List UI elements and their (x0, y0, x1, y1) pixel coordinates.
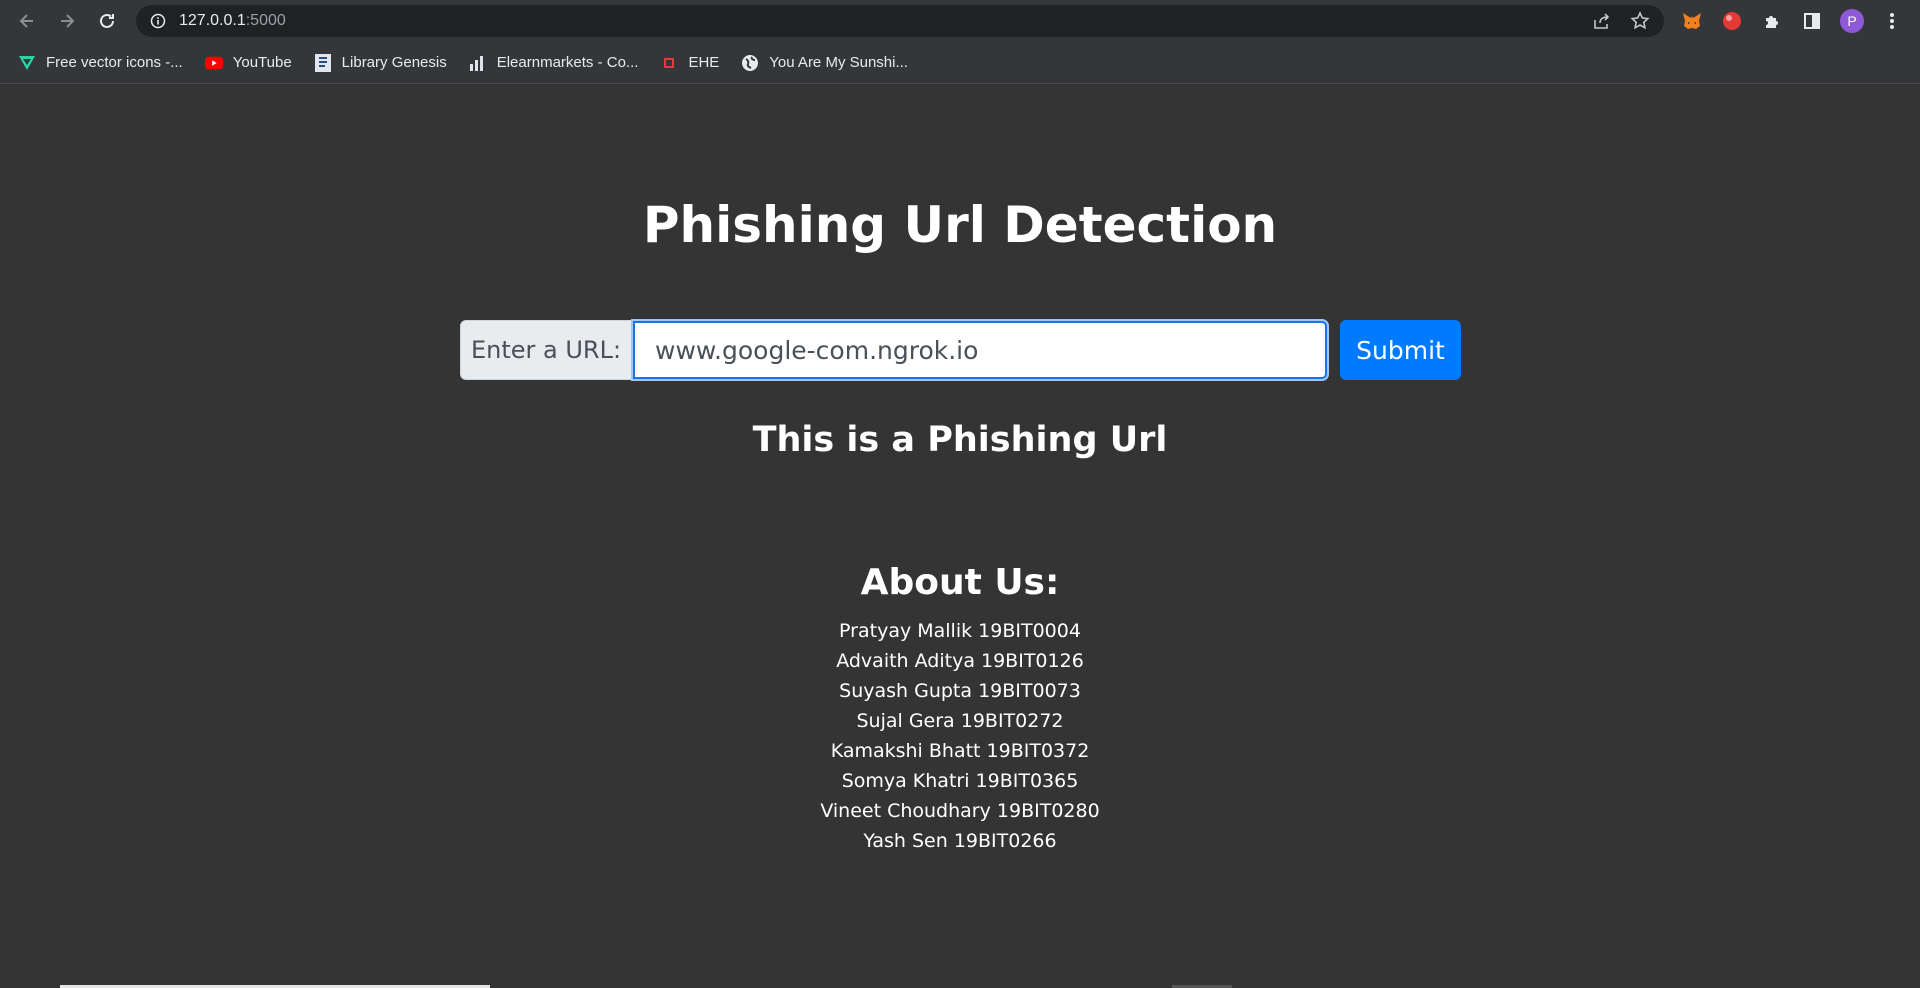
bookmark-label: Library Genesis (341, 54, 447, 71)
bookmark-elearnmarkets[interactable]: Elearnmarkets - Co... (469, 54, 639, 72)
bookmark-sunshine[interactable]: You Are My Sunshi... (741, 54, 908, 72)
team-member: Advaith Aditya 19BIT0126 (836, 650, 1084, 672)
forward-button[interactable] (54, 8, 80, 34)
back-button[interactable] (14, 8, 40, 34)
bookmarks-bar: Free vector icons -... YouTube Library G… (0, 42, 1920, 84)
site-info-icon[interactable] (149, 12, 167, 30)
team-member: Sujal Gera 19BIT0272 (856, 710, 1064, 732)
share-icon[interactable] (1592, 11, 1612, 35)
url-input-label: Enter a URL: (460, 320, 632, 380)
address-url: 127.0.0.1:5000 (179, 12, 286, 30)
bookmark-youtube[interactable]: YouTube (204, 54, 292, 72)
metamask-extension-icon[interactable] (1680, 9, 1704, 33)
url-input[interactable] (631, 319, 1329, 381)
page-title: Phishing Url Detection (642, 196, 1278, 254)
library-genesis-icon (314, 53, 332, 72)
result-message: This is a Phishing Url (752, 420, 1168, 460)
globe-icon (741, 54, 759, 72)
flaticon-icon (18, 54, 36, 72)
team-member: Kamakshi Bhatt 19BIT0372 (830, 740, 1090, 762)
elearnmarkets-icon (469, 54, 487, 72)
bookmark-flaticon[interactable]: Free vector icons -... (18, 54, 183, 72)
browser-toolbar: 127.0.0.1:5000 P (0, 0, 1920, 42)
url-form: Enter a URL: Submit (460, 319, 1461, 381)
extensions-puzzle-icon[interactable] (1760, 9, 1784, 33)
bookmark-label: EHE (688, 54, 720, 71)
record-extension-icon[interactable] (1720, 9, 1744, 33)
side-panel-icon[interactable] (1800, 9, 1824, 33)
team-member: Pratyay Mallik 19BIT0004 (839, 620, 1081, 642)
address-bar[interactable]: 127.0.0.1:5000 (136, 5, 1664, 37)
team-member-list: Pratyay Mallik 19BIT0004 Advaith Aditya … (0, 616, 1920, 856)
browser-menu-icon[interactable] (1880, 9, 1904, 33)
reload-button[interactable] (94, 8, 120, 34)
reload-icon (100, 13, 114, 28)
team-member: Somya Khatri 19BIT0365 (841, 770, 1079, 792)
team-member: Suyash Gupta 19BIT0073 (839, 680, 1081, 702)
bookmark-label: You Are My Sunshi... (769, 54, 908, 71)
bookmark-star-icon[interactable] (1630, 11, 1650, 35)
forward-arrow-icon (61, 14, 75, 28)
profile-avatar[interactable]: P (1840, 9, 1864, 33)
team-member: Yash Sen 19BIT0266 (863, 830, 1057, 852)
url-port: :5000 (245, 12, 286, 29)
ehe-icon (660, 54, 678, 72)
url-host: 127.0.0.1 (179, 12, 246, 29)
bookmark-ehe[interactable]: EHE (660, 54, 719, 72)
profile-initial: P (1840, 9, 1864, 33)
team-member: Vineet Choudhary 19BIT0280 (820, 800, 1100, 822)
back-arrow-icon (19, 14, 33, 28)
bookmark-label: Free vector icons -... (46, 54, 183, 71)
submit-button[interactable]: Submit (1340, 320, 1461, 380)
bookmark-label: YouTube (232, 54, 292, 71)
youtube-icon (204, 54, 223, 72)
bookmark-label: Elearnmarkets - Co... (496, 54, 639, 71)
about-us-heading: About Us: (860, 562, 1060, 603)
bookmark-library-genesis[interactable]: Library Genesis (314, 53, 447, 72)
